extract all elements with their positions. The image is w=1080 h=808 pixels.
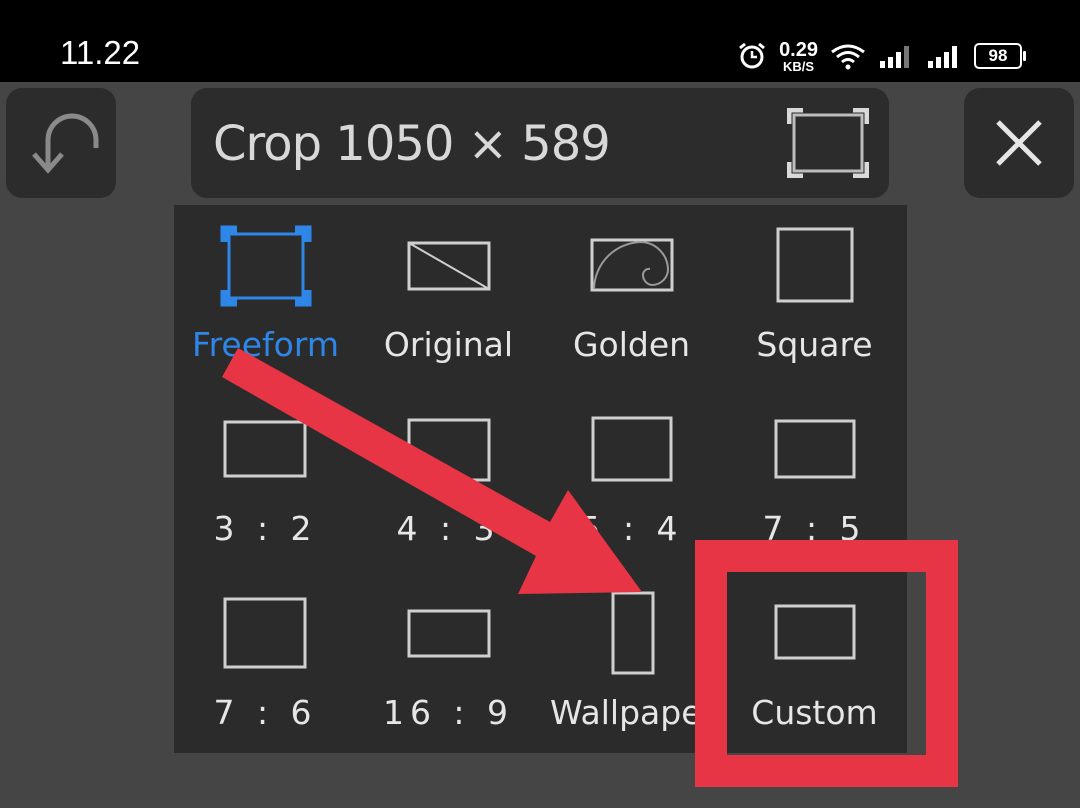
golden-ratio-icon — [590, 238, 674, 292]
ratio-5-4-icon — [591, 416, 673, 482]
original-ratio-icon — [407, 241, 491, 291]
network-speed-unit: KB/S — [783, 58, 815, 74]
freeform-frame-icon — [220, 225, 312, 307]
wifi-icon — [831, 44, 865, 70]
crop-options-panel: Freeform Original Golden Square 3 : 2 4 … — [174, 205, 907, 753]
ratio-16-9-icon — [407, 609, 491, 658]
network-speed-value: 0.29 — [779, 38, 818, 61]
signal-icon — [880, 46, 909, 68]
crop-option-label: 3 : 2 — [213, 509, 318, 548]
signal-icon — [928, 46, 957, 68]
network-speed: 0.29 KB/S — [779, 40, 818, 73]
crop-option-label: 16 : 9 — [382, 693, 515, 732]
crop-option-label: Square — [756, 325, 873, 364]
crop-option-4-3[interactable]: 4 : 3 — [357, 389, 540, 573]
undo-button[interactable] — [6, 88, 116, 198]
crop-option-label: 4 : 3 — [396, 509, 501, 548]
crop-option-custom[interactable]: Custom — [723, 573, 906, 757]
crop-size-bar[interactable]: Crop 1050 × 589 — [191, 88, 889, 198]
crop-option-label: Golden — [572, 325, 691, 364]
ratio-4-3-icon — [407, 418, 491, 482]
battery-indicator: 98 — [974, 43, 1026, 69]
crop-option-3-2[interactable]: 3 : 2 — [174, 389, 357, 573]
alarm-icon — [739, 42, 765, 69]
ratio-7-6-icon — [223, 597, 307, 669]
crop-option-golden[interactable]: Golden — [540, 205, 723, 389]
crop-option-16-9[interactable]: 16 : 9 — [357, 573, 540, 757]
status-icons: 0.29 KB/S 98 — [737, 36, 1026, 76]
crop-option-label: Custom — [751, 693, 878, 732]
crop-option-square[interactable]: Square — [723, 205, 906, 389]
crop-option-7-6[interactable]: 7 : 6 — [174, 573, 357, 757]
square-ratio-icon — [776, 227, 854, 303]
crop-option-label: Original — [383, 325, 514, 364]
status-time: 11.22 — [60, 34, 141, 71]
crop-option-label: Wallpaper — [550, 693, 713, 732]
undo-icon — [32, 113, 99, 174]
status-bar: 11.22 0.29 KB/S 98 — [0, 0, 1080, 82]
crop-option-wallpaper[interactable]: Wallpaper — [540, 573, 723, 757]
crop-option-original[interactable]: Original — [357, 205, 540, 389]
crop-option-label: 5 : 4 — [579, 509, 684, 548]
close-button[interactable] — [964, 88, 1074, 198]
ratio-3-2-icon — [223, 420, 307, 478]
crop-option-freeform[interactable]: Freeform — [174, 205, 357, 389]
ratio-7-5-icon — [774, 419, 856, 479]
wallpaper-ratio-icon — [611, 591, 655, 675]
custom-ratio-icon — [774, 604, 856, 660]
crop-option-7-5[interactable]: 7 : 5 — [723, 389, 906, 573]
crop-option-label: 7 : 5 — [762, 509, 867, 548]
crop-option-label: Freeform — [192, 325, 339, 364]
crop-option-label: 7 : 6 — [213, 693, 318, 732]
close-icon — [996, 120, 1042, 166]
crop-option-5-4[interactable]: 5 : 4 — [540, 389, 723, 573]
crop-frame-icon[interactable] — [787, 108, 869, 178]
crop-size-title: Crop 1050 × 589 — [213, 116, 611, 172]
